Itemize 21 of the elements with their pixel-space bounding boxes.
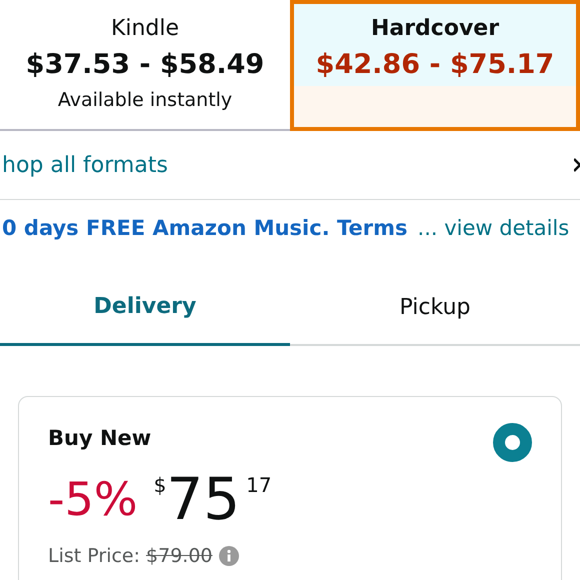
format-name: Kindle — [110, 15, 180, 43]
shop-all-formats-link[interactable]: hop all formats — [0, 148, 168, 182]
format-name: Hardcover — [370, 15, 500, 43]
offer-title: Buy New — [48, 425, 152, 452]
chevron-icon[interactable] — [574, 157, 580, 173]
format-option[interactable]: Hardcover $42.86 - $75.17 — [290, 0, 580, 131]
list-price: $79.00 — [146, 544, 212, 569]
discount: -5% — [48, 476, 138, 522]
list-price-label: List Price: — [48, 544, 140, 569]
currency-symbol: $ — [154, 472, 166, 499]
format-price: $37.53 - $58.49 — [26, 48, 264, 82]
promo-text: 0 days FREE Amazon Music. Terms — [2, 215, 408, 242]
price-whole: 75 — [166, 470, 240, 528]
radio-button[interactable] — [493, 423, 532, 462]
tab[interactable]: Pickup — [290, 270, 580, 344]
info-icon[interactable] — [218, 546, 238, 566]
format-note: Available instantly — [58, 88, 232, 112]
view-details-link[interactable]: ... view details — [418, 213, 570, 245]
tab[interactable]: Delivery — [0, 270, 290, 346]
price-fraction: 17 — [246, 472, 272, 499]
format-price: $42.86 - $75.17 — [316, 48, 554, 82]
